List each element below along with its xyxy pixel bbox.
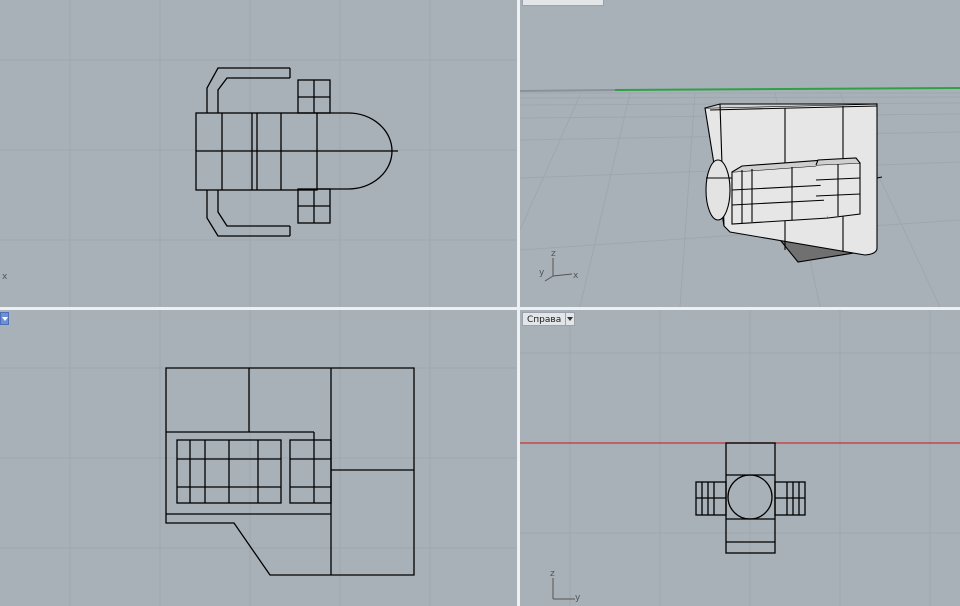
- viewport-right-canvas[interactable]: z y: [520, 310, 960, 606]
- viewport-tab-perspective[interactable]: [522, 0, 604, 6]
- axis-label-y: y: [575, 593, 581, 603]
- shaded-model: [704, 103, 883, 263]
- axis-label-x: x: [2, 272, 8, 282]
- viewport-right[interactable]: z y: [520, 310, 960, 606]
- axis-label-z: z: [551, 249, 556, 259]
- axis-gizmo-icon: [544, 258, 573, 282]
- grid: [520, 310, 960, 606]
- viewport-front[interactable]: [0, 310, 517, 606]
- viewport-tab-right[interactable]: Справа: [522, 312, 567, 326]
- viewport-menu-button-front[interactable]: [0, 312, 9, 325]
- axis-label-x: x: [573, 271, 579, 281]
- viewport-perspective[interactable]: z x y: [520, 0, 960, 307]
- axis-gizmo-icon: [552, 578, 575, 600]
- y-axis-line: [614, 87, 960, 91]
- viewport-front-canvas[interactable]: [0, 310, 517, 606]
- top-view-model: [195, 67, 398, 237]
- viewport-tab-label: Справа: [527, 315, 562, 325]
- axis-label-z: z: [550, 569, 555, 579]
- viewport-top[interactable]: x: [0, 0, 517, 307]
- horizon-line: [520, 89, 616, 92]
- viewport-menu-button[interactable]: [565, 312, 575, 326]
- front-view-model: [165, 367, 415, 576]
- dropdown-arrow-icon: [2, 317, 8, 321]
- axis-label-y: y: [539, 268, 545, 278]
- grid: [0, 0, 517, 307]
- dropdown-arrow-icon: [567, 317, 573, 321]
- viewport-top-canvas[interactable]: x: [0, 0, 517, 307]
- viewport-splitter-vertical[interactable]: [517, 0, 520, 606]
- viewport-perspective-canvas[interactable]: z x y: [520, 0, 960, 307]
- viewport-splitter-horizontal[interactable]: [0, 307, 960, 310]
